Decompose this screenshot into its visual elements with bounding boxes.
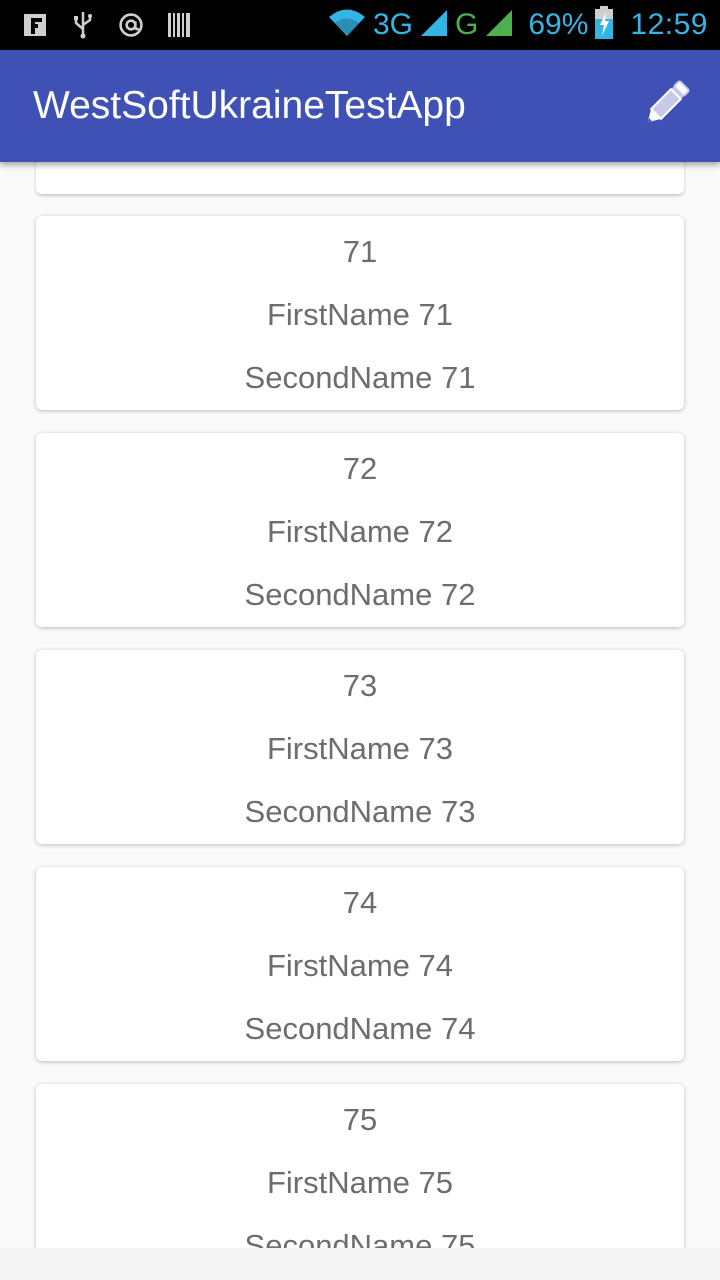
list-item-partial[interactable] <box>36 162 684 194</box>
app-title: WestSoftUkraineTestApp <box>33 84 466 127</box>
list-item[interactable]: 71 FirstName 71 SecondName 71 <box>36 216 684 410</box>
network-type-3g: 3G <box>373 8 414 41</box>
item-id: 73 <box>342 668 378 703</box>
list-item[interactable]: 72 FirstName 72 SecondName 72 <box>36 433 684 627</box>
item-id: 74 <box>342 885 378 920</box>
barcode-icon <box>166 12 192 38</box>
navigation-area <box>0 1248 720 1280</box>
item-second-name: SecondName 74 <box>244 1011 476 1046</box>
list-item[interactable]: 75 FirstName 75 SecondName 75 <box>36 1084 684 1248</box>
item-first-name: FirstName 75 <box>266 1165 454 1200</box>
status-bar: 3G G 69% 12:59 <box>0 0 720 50</box>
item-first-name: FirstName 71 <box>266 297 454 332</box>
clock: 12:59 <box>630 8 708 41</box>
item-id: 75 <box>342 1102 378 1137</box>
item-second-name: SecondName 72 <box>244 577 476 612</box>
item-second-name: SecondName 73 <box>244 794 476 829</box>
item-first-name: FirstName 74 <box>266 948 454 983</box>
item-second-name: SecondName 71 <box>244 360 476 395</box>
edit-button[interactable] <box>636 76 696 136</box>
wifi-icon <box>327 8 367 43</box>
item-id: 71 <box>342 234 378 269</box>
notification-icons <box>22 0 192 50</box>
signal-icon-2 <box>484 8 514 43</box>
battery-percent: 69% <box>528 8 589 41</box>
item-id: 72 <box>342 451 378 486</box>
item-first-name: FirstName 73 <box>266 731 454 766</box>
list-item[interactable]: 74 FirstName 74 SecondName 74 <box>36 867 684 1061</box>
system-status: 3G G 69% 12:59 <box>327 0 708 50</box>
network-type-g: G <box>455 8 479 41</box>
at-sign-icon <box>118 12 144 38</box>
item-list[interactable]: 71 FirstName 71 SecondName 71 72 FirstNa… <box>0 162 720 1248</box>
item-first-name: FirstName 72 <box>266 514 454 549</box>
app-bar: WestSoftUkraineTestApp <box>0 50 720 162</box>
edit-pencil-icon <box>638 76 694 137</box>
usb-icon <box>70 12 96 39</box>
signal-icon <box>419 8 449 43</box>
item-second-name: SecondName 75 <box>244 1228 476 1248</box>
list-item[interactable]: 73 FirstName 73 SecondName 73 <box>36 650 684 844</box>
flipboard-icon <box>22 12 48 38</box>
battery-charging-icon <box>594 5 614 45</box>
